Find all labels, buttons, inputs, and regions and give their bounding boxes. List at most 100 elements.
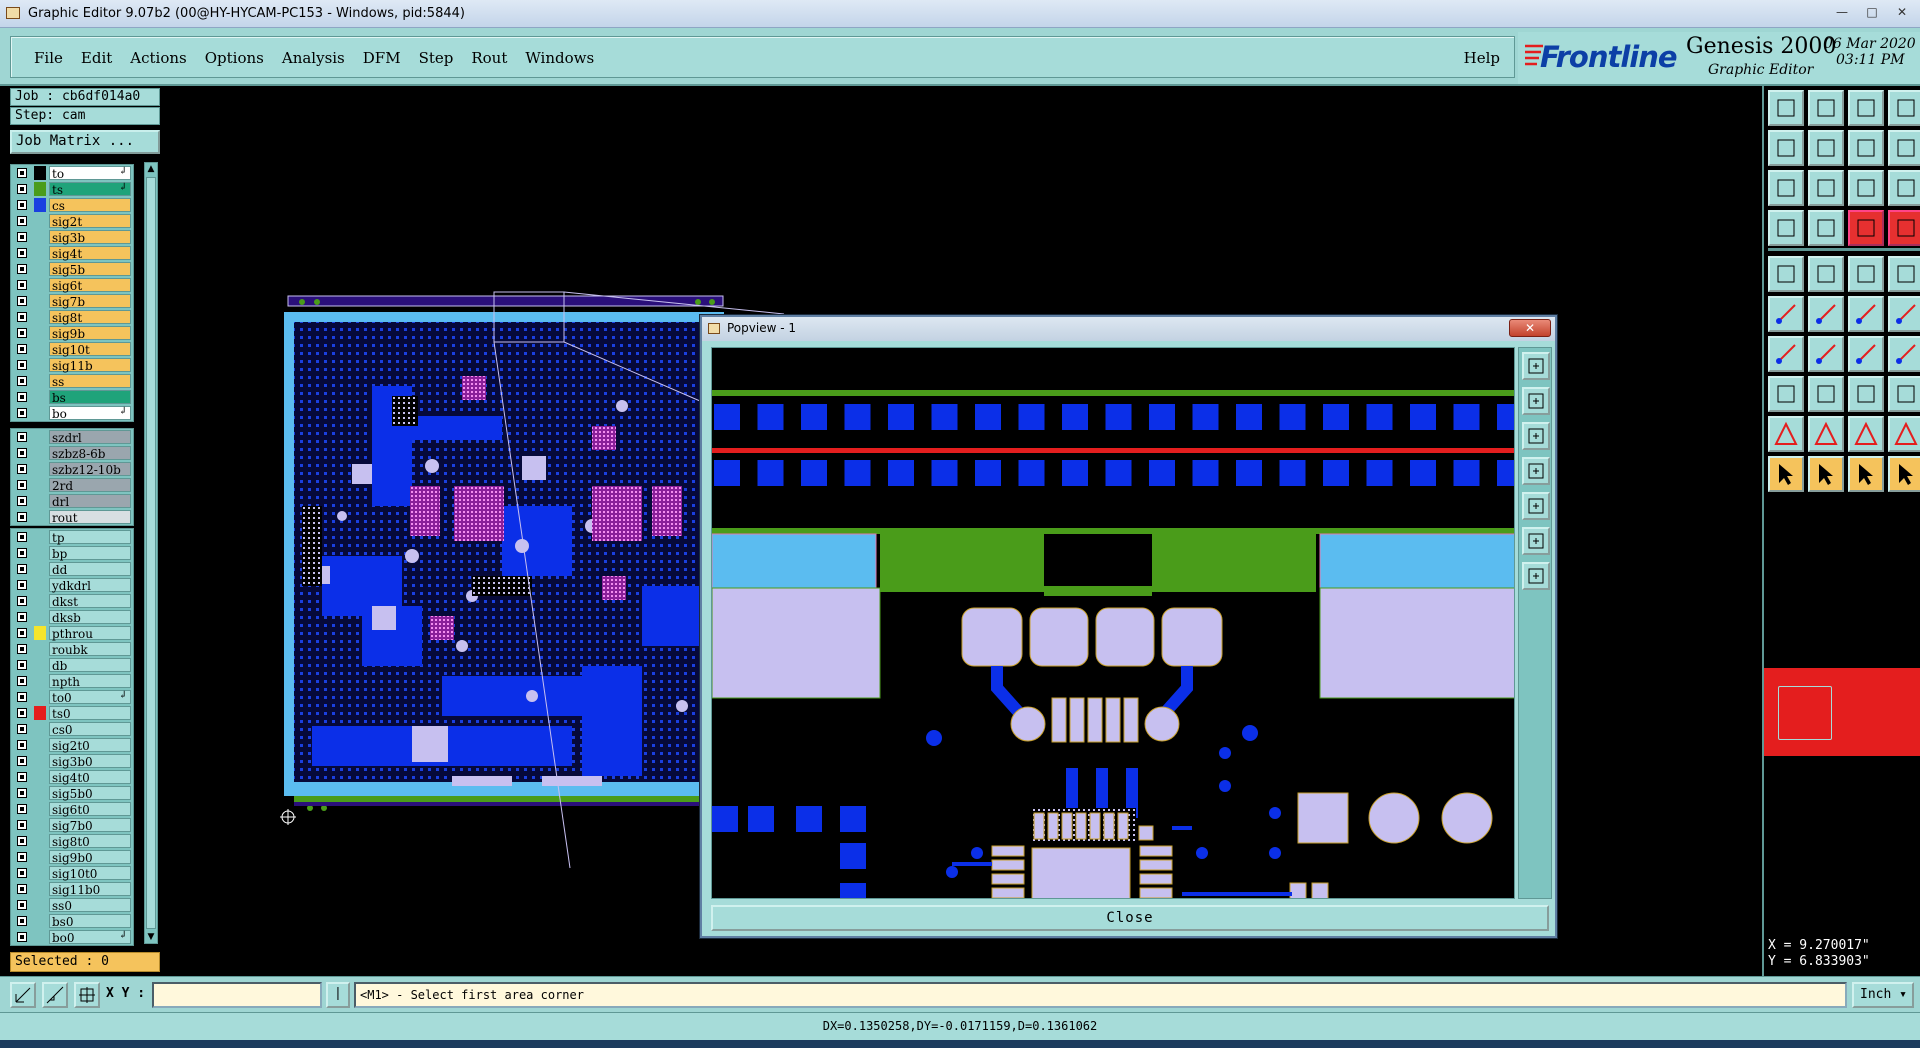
window-icon[interactable]	[1888, 90, 1920, 126]
layer-checkbox[interactable]	[17, 184, 27, 194]
layer-checkbox[interactable]	[17, 932, 27, 942]
save-icon[interactable]	[1808, 90, 1844, 126]
route-alt-icon[interactable]	[1888, 296, 1920, 332]
layer-color-swatch[interactable]	[34, 546, 46, 560]
layer-checkbox[interactable]	[17, 408, 27, 418]
layer-color-swatch[interactable]	[34, 182, 46, 196]
layer-name[interactable]: sig4t0	[49, 770, 131, 785]
layer-checkbox[interactable]	[17, 200, 27, 210]
layer-checkbox[interactable]	[17, 868, 27, 878]
layer-name[interactable]: cs0	[49, 722, 131, 737]
layer-row-sig5b0[interactable]: sig5b0	[11, 785, 133, 801]
text-icon[interactable]	[1888, 336, 1920, 372]
layer-color-swatch[interactable]	[34, 278, 46, 292]
layer-row-sig4t[interactable]: sig4t	[11, 245, 133, 261]
layer-color-swatch[interactable]	[34, 834, 46, 848]
pointer-alt-icon[interactable]	[1848, 456, 1884, 492]
layer-color-swatch[interactable]	[34, 446, 46, 460]
layer-checkbox[interactable]	[17, 580, 27, 590]
layer-row-to0[interactable]: to0 ↲	[11, 689, 133, 705]
line-icon[interactable]	[1808, 256, 1844, 292]
close-window-button[interactable]: ✕	[1888, 2, 1916, 22]
popview-zoomed-board[interactable]	[712, 348, 1515, 899]
layer-color-swatch[interactable]	[34, 722, 46, 736]
layer-row-szdrl[interactable]: szdrl	[11, 429, 133, 445]
layer-row-sig10t[interactable]: sig10t	[11, 341, 133, 357]
zoom-out-icon[interactable]	[1522, 562, 1550, 590]
layer-name[interactable]: sig3b0	[49, 754, 131, 769]
layers-icon[interactable]	[1888, 376, 1920, 412]
layer-color-swatch[interactable]	[34, 914, 46, 928]
layer-name[interactable]: sig6t	[49, 278, 131, 293]
pan-icon[interactable]	[1808, 170, 1844, 206]
layer-color-swatch[interactable]	[34, 866, 46, 880]
layer-name[interactable]: sig8t0	[49, 834, 131, 849]
layer-row-sig8t[interactable]: sig8t	[11, 309, 133, 325]
layer-color-swatch[interactable]	[34, 390, 46, 404]
scroll-down-icon[interactable]: ▼	[145, 931, 157, 943]
layer-checkbox[interactable]	[17, 756, 27, 766]
layer-checkbox[interactable]	[17, 836, 27, 846]
layer-row-dksb[interactable]: dksb	[11, 609, 133, 625]
layer-checkbox[interactable]	[17, 480, 27, 490]
layer-row-dd[interactable]: dd	[11, 561, 133, 577]
layer-row-bo0[interactable]: bo0 ↲	[11, 929, 133, 945]
layer-checkbox[interactable]	[17, 532, 27, 542]
layer-name[interactable]: bs	[49, 390, 131, 405]
popview-close-button[interactable]: Close	[711, 905, 1549, 931]
layer-checkbox[interactable]	[17, 344, 27, 354]
layer-name[interactable]: sig10t	[49, 342, 131, 357]
arc-icon[interactable]	[1848, 336, 1884, 372]
layer-color-swatch[interactable]	[34, 358, 46, 372]
layer-checkbox[interactable]	[17, 448, 27, 458]
layer-checkbox[interactable]	[17, 628, 27, 638]
zoom-up-icon[interactable]	[1522, 387, 1550, 415]
layer-color-swatch[interactable]	[34, 642, 46, 656]
layer-row-sig2t[interactable]: sig2t	[11, 213, 133, 229]
layer-checkbox[interactable]	[17, 328, 27, 338]
layer-row-sig9b0[interactable]: sig9b0	[11, 849, 133, 865]
layer-name[interactable]: sig11b0	[49, 882, 131, 897]
layer-row-bo[interactable]: bo ↲	[11, 405, 133, 421]
menu-file[interactable]: File	[25, 49, 72, 67]
layer-row-drl[interactable]: drl	[11, 493, 133, 509]
layer-name[interactable]: sig5b0	[49, 786, 131, 801]
layer-name[interactable]: sig10t0	[49, 866, 131, 881]
layer-checkbox[interactable]	[17, 296, 27, 306]
layer-checkbox[interactable]	[17, 496, 27, 506]
menu-analysis[interactable]: Analysis	[273, 49, 354, 67]
hline-icon[interactable]	[1808, 376, 1844, 412]
layer-checkbox[interactable]	[17, 660, 27, 670]
tri-c-icon[interactable]	[1888, 416, 1920, 452]
layer-name[interactable]: ydkdrl	[49, 578, 131, 593]
layer-color-swatch[interactable]	[34, 406, 46, 420]
layer-name[interactable]: dksb	[49, 610, 131, 625]
triangle-icon[interactable]	[1768, 416, 1804, 452]
layer-row-sig6t[interactable]: sig6t	[11, 277, 133, 293]
layer-row-sig11b[interactable]: sig11b	[11, 357, 133, 373]
layer-color-swatch[interactable]	[34, 246, 46, 260]
layer-checkbox[interactable]	[17, 464, 27, 474]
layer-checkbox[interactable]	[17, 232, 27, 242]
layer-name[interactable]: szdrl	[49, 430, 131, 445]
layer-row-roubk[interactable]: roubk	[11, 641, 133, 657]
layer-checkbox[interactable]	[17, 168, 27, 178]
layer-name[interactable]: drl	[49, 494, 131, 509]
pointer-select-icon[interactable]	[1808, 456, 1844, 492]
scale-icon[interactable]	[1848, 170, 1884, 206]
layer-color-swatch[interactable]	[34, 198, 46, 212]
layer-name[interactable]: sig3b	[49, 230, 131, 245]
layer-name[interactable]: tp	[49, 530, 131, 545]
layer-name[interactable]: ss0	[49, 898, 131, 913]
layer-name[interactable]: pthrou	[49, 626, 131, 641]
layer-color-swatch[interactable]	[34, 930, 46, 944]
layer-color-swatch[interactable]	[34, 802, 46, 816]
layer-row-sig10t0[interactable]: sig10t0	[11, 865, 133, 881]
layer-checkbox[interactable]	[17, 804, 27, 814]
layer-row-bp[interactable]: bp	[11, 545, 133, 561]
layer-row-sig6t0[interactable]: sig6t0	[11, 801, 133, 817]
layer-color-swatch[interactable]	[34, 610, 46, 624]
layer-row-ydkdrl[interactable]: ydkdrl	[11, 577, 133, 593]
menu-step[interactable]: Step	[410, 49, 463, 67]
minimize-button[interactable]: —	[1828, 2, 1856, 22]
